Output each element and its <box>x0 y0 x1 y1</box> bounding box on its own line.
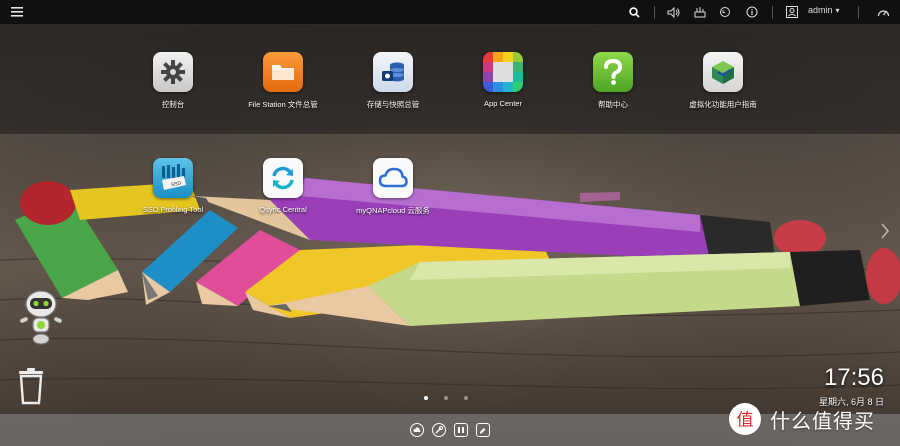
app-app-center[interactable]: App Center <box>448 52 558 108</box>
app-ssd-profiling-tool[interactable]: SSD SSD Profiling Tool <box>118 158 228 214</box>
separator <box>858 6 859 19</box>
app-storage-snapshots[interactable]: 存储与快照总管 <box>338 52 448 110</box>
storage-dock-icon[interactable] <box>454 423 468 437</box>
app-virtualization-guide[interactable]: 虚拟化功能用户指南 <box>668 52 778 110</box>
cloud-link-icon[interactable] <box>410 423 424 437</box>
volume-icon[interactable] <box>664 3 682 21</box>
sync-arrows-icon <box>263 158 303 198</box>
app-label: App Center <box>484 99 522 108</box>
app-label: myQNAPcloud 云服务 <box>356 206 430 215</box>
clock-time: 17:56 <box>823 364 884 391</box>
page-dot-3[interactable] <box>464 396 468 400</box>
next-page-arrow[interactable] <box>880 222 890 245</box>
storage-icon <box>373 52 413 92</box>
separator <box>654 6 655 19</box>
helpdesk-robot-icon[interactable] <box>14 288 68 348</box>
trash-icon[interactable] <box>16 366 46 406</box>
grid-icon <box>483 52 523 92</box>
gear-icon <box>153 52 193 92</box>
app-label: 控制台 <box>161 100 185 109</box>
folder-icon <box>263 52 303 92</box>
watermark-logo-icon: 值 <box>729 403 761 435</box>
search-icon[interactable] <box>625 3 643 21</box>
watermark-text: 什么值得买 <box>770 410 875 433</box>
notes-icon[interactable] <box>476 423 490 437</box>
app-myqnapcloud[interactable]: myQNAPcloud 云服务 <box>338 158 448 216</box>
cube-icon <box>703 52 743 92</box>
page-dot-1[interactable] <box>424 396 428 400</box>
info-icon[interactable] <box>743 3 761 21</box>
app-file-station[interactable]: File Station 文件总管 <box>228 52 338 110</box>
app-help-center[interactable]: 帮助中心 <box>558 52 668 110</box>
tools-icon[interactable] <box>432 423 446 437</box>
top-taskbar: admin ▾ <box>0 0 900 25</box>
app-label: Qsync Central <box>259 205 307 214</box>
user-menu[interactable]: admin ▾ <box>808 5 840 15</box>
app-label: 虚拟化功能用户指南 <box>689 100 757 109</box>
ssd-icon: SSD <box>153 158 193 198</box>
user-icon[interactable] <box>783 3 801 21</box>
username: admin <box>808 5 833 15</box>
watermark: 值 什么值得买 <box>728 402 875 436</box>
sync-icon[interactable] <box>716 3 734 21</box>
app-qsync-central[interactable]: Qsync Central <box>228 158 338 214</box>
app-control-panel[interactable]: 控制台 <box>118 52 228 110</box>
menu-icon[interactable] <box>8 3 26 21</box>
svg-text:值: 值 <box>737 411 754 431</box>
question-icon <box>593 52 633 92</box>
tasks-icon[interactable] <box>691 3 709 21</box>
page-dot-2[interactable] <box>444 396 448 400</box>
separator <box>772 6 773 19</box>
dashboard-icon[interactable] <box>874 3 892 21</box>
cloud-icon <box>373 158 413 198</box>
page-indicator <box>424 396 468 400</box>
svg-text:SSD: SSD <box>171 181 183 189</box>
app-label: 帮助中心 <box>598 100 628 109</box>
app-label: SSD Profiling Tool <box>142 205 204 214</box>
chevron-down-icon: ▾ <box>835 5 840 15</box>
app-label: File Station 文件总管 <box>248 100 318 109</box>
app-label: 存储与快照总管 <box>366 100 420 109</box>
